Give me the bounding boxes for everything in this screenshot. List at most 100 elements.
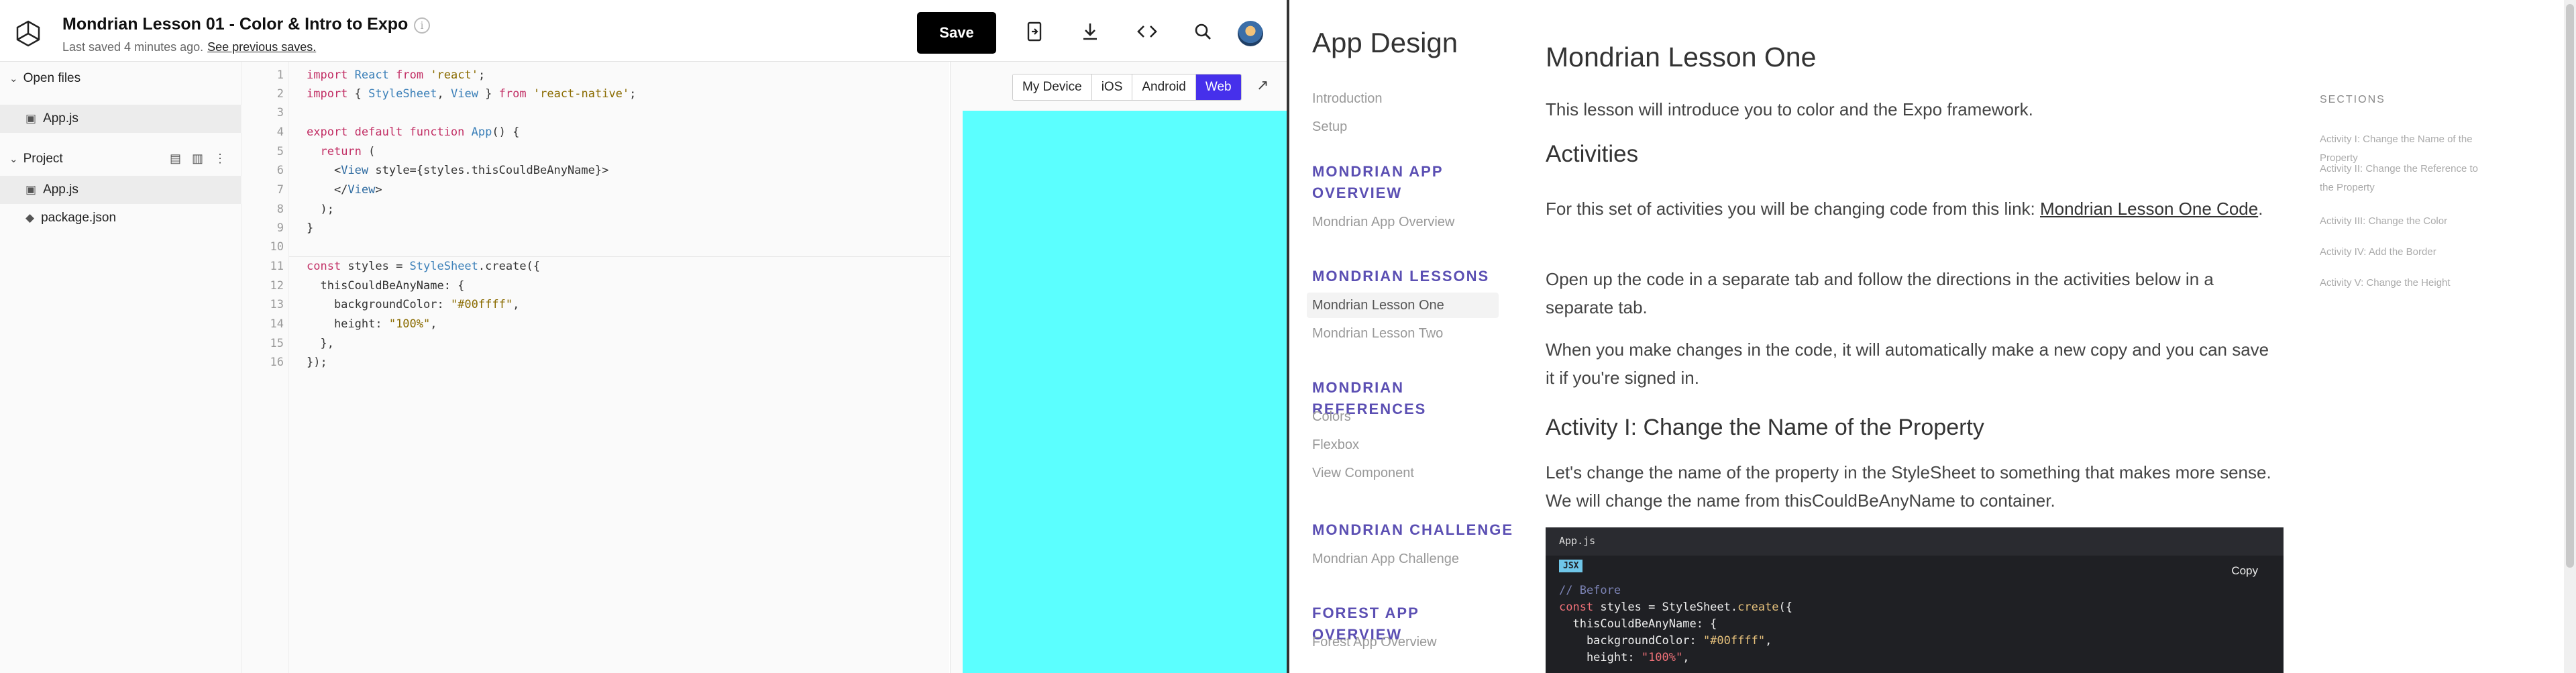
- new-folder-icon[interactable]: ▥: [192, 152, 203, 166]
- nav-introduction[interactable]: Introduction: [1312, 91, 1383, 107]
- project-file-app-js[interactable]: ▣ App.js: [0, 176, 241, 204]
- line-number: 8: [276, 203, 284, 216]
- line-number: 12: [270, 279, 284, 293]
- code-block-header: App.js: [1546, 527, 2284, 556]
- line-number: 9: [276, 221, 284, 235]
- save-button[interactable]: Save: [917, 12, 996, 54]
- save-status-text: Last saved 4 minutes ago.: [62, 40, 204, 54]
- nav-section-mondrian-lessons[interactable]: MONDRIAN LESSONS: [1312, 266, 1513, 287]
- line-number: 7: [276, 183, 284, 197]
- line-number: 1: [276, 68, 284, 82]
- info-icon[interactable]: i: [414, 17, 430, 34]
- preview-panel: My Device iOS Android Web ↗: [950, 62, 1287, 673]
- nav-mondrian-app-overview[interactable]: Mondrian App Overview: [1312, 215, 1454, 230]
- code-line: export default function App() {: [307, 125, 520, 139]
- toc-activity-5[interactable]: Activity V: Change the Height: [2320, 274, 2481, 293]
- code-line: // Before: [1559, 584, 1621, 597]
- code-line: }: [307, 221, 314, 235]
- project-file-package-json[interactable]: ◆ package.json: [0, 204, 241, 232]
- open-files-header[interactable]: ⌄ Open files: [9, 71, 80, 86]
- snack-editor-pane: Mondrian Lesson 01 - Color & Intro to Ex…: [0, 0, 1287, 673]
- tab-ios[interactable]: iOS: [1091, 74, 1133, 100]
- code-line: </View>: [307, 183, 382, 197]
- nav-forest-app-overview[interactable]: Forest App Overview: [1312, 635, 1437, 650]
- project-header[interactable]: ⌄ Project: [9, 152, 63, 166]
- docs-scrollbar[interactable]: [2564, 0, 2576, 673]
- project-title[interactable]: Mondrian Lesson 01 - Color & Intro to Ex…: [62, 15, 408, 34]
- copy-button[interactable]: Copy: [2231, 564, 2258, 578]
- code-line: height: "100%",: [307, 317, 437, 331]
- line-number: 14: [270, 317, 284, 331]
- code-line: height: "100%",: [1559, 651, 1690, 664]
- line-number-gutter: 1 2 3 4 5 6 7 8 9 10 11 12 13 14 15 16: [242, 62, 289, 673]
- paragraph-directions: Open up the code in a separate tab and f…: [1546, 269, 2214, 317]
- code-line: const styles = StyleSheet.create({: [1559, 601, 1793, 614]
- paragraph-link: For this set of activities you will be c…: [1546, 199, 2263, 219]
- tab-web[interactable]: Web: [1195, 74, 1241, 100]
- chevron-down-icon: ⌄: [9, 73, 18, 85]
- user-avatar[interactable]: [1238, 21, 1263, 46]
- code-line: <View style={styles.thisCouldBeAnyName}>: [307, 164, 609, 177]
- embed-code-icon[interactable]: [1136, 20, 1159, 43]
- intro-paragraph: This lesson will introduce you to color …: [1546, 99, 2033, 119]
- file-sidebar: ⌄ Open files ▣ App.js ⌄ Project ▤ ▥ ⋮ ▣ App.…: [0, 62, 241, 673]
- code-line: thisCouldBeAnyName: {: [307, 279, 465, 293]
- toc-activity-2[interactable]: Activity II: Change the Reference to the…: [2320, 160, 2481, 197]
- nav-section-mondrian-challenge[interactable]: MONDRIAN CHALLENGE: [1312, 519, 1513, 541]
- toc-activity-4[interactable]: Activity IV: Add the Border: [2320, 243, 2481, 262]
- language-badge: JSX: [1559, 560, 1583, 572]
- docs-site-title[interactable]: App Design: [1312, 27, 1458, 59]
- js-file-icon: ▣: [25, 183, 37, 196]
- device-tabs: My Device iOS Android Web: [1012, 74, 1242, 101]
- code-line: return (: [320, 145, 376, 158]
- chevron-down-icon: ⌄: [9, 154, 18, 165]
- package-icon: ◆: [25, 211, 35, 224]
- search-icon[interactable]: [1191, 20, 1214, 43]
- project-actions: ▤ ▥ ⋮: [170, 152, 226, 166]
- save-status: Last saved 4 minutes ago. See previous sa…: [62, 40, 316, 54]
- sections-label: SECTIONS: [2320, 94, 2385, 105]
- file-name: package.json: [41, 211, 117, 225]
- previous-saves-link[interactable]: See previous saves.: [207, 40, 316, 54]
- nav-view-component[interactable]: View Component: [1312, 466, 1414, 481]
- tab-android[interactable]: Android: [1132, 74, 1196, 100]
- paragraph-changes: When you make changes in the code, it wi…: [1546, 340, 2269, 388]
- line-number: 4: [276, 125, 284, 139]
- file-name: App.js: [43, 183, 78, 197]
- activity-one-paragraph: Let's change the name of the property in…: [1546, 462, 2271, 511]
- more-options-icon[interactable]: ⋮: [214, 152, 226, 166]
- nav-mondrian-lesson-two[interactable]: Mondrian Lesson Two: [1312, 326, 1443, 342]
- line-number: 3: [276, 106, 284, 119]
- tab-my-device[interactable]: My Device: [1013, 74, 1092, 100]
- code-line: backgroundColor: "#00ffff",: [307, 298, 520, 311]
- nav-mondrian-app-challenge[interactable]: Mondrian App Challenge: [1312, 552, 1459, 567]
- expo-logo-icon[interactable]: [13, 19, 43, 48]
- file-name: App.js: [43, 111, 78, 125]
- scrollbar-thumb[interactable]: [2566, 4, 2574, 568]
- nav-colors[interactable]: Colors: [1312, 409, 1351, 425]
- open-external-icon[interactable]: ↗: [1256, 76, 1269, 94]
- device-icon[interactable]: [1023, 20, 1046, 43]
- code-line: thisCouldBeAnyName: {: [1559, 617, 1717, 631]
- js-file-icon: ▣: [25, 112, 37, 125]
- line-number: 15: [270, 337, 284, 350]
- nav-setup[interactable]: Setup: [1312, 119, 1347, 135]
- download-icon[interactable]: [1079, 20, 1102, 43]
- lesson-code-link[interactable]: Mondrian Lesson One Code: [2040, 199, 2258, 219]
- nav-mondrian-lesson-one[interactable]: Mondrian Lesson One: [1312, 298, 1444, 313]
- line-number: 2: [276, 87, 284, 101]
- code-block-filename: App.js: [1559, 535, 1596, 547]
- activity-one-heading: Activity I: Change the Name of the Prope…: [1546, 415, 1984, 440]
- code-line: );: [307, 203, 334, 216]
- toc-activity-3[interactable]: Activity III: Change the Color: [2320, 212, 2481, 231]
- line-number: 5: [276, 145, 284, 158]
- nav-flexbox[interactable]: Flexbox: [1312, 437, 1359, 453]
- app-preview-canvas[interactable]: [963, 111, 1287, 673]
- nav-section-mondrian-app-overview[interactable]: MONDRIAN APP OVERVIEW: [1312, 161, 1513, 204]
- new-file-icon[interactable]: ▤: [170, 152, 181, 166]
- line-number: 13: [270, 298, 284, 311]
- page-title: Mondrian Lesson One: [1546, 42, 1817, 72]
- line-number: 16: [270, 356, 284, 369]
- code-editor[interactable]: 1 2 3 4 5 6 7 8 9 10 11 12 13 14 15 16 i…: [242, 62, 1192, 673]
- open-file-app-js[interactable]: ▣ App.js: [0, 105, 241, 133]
